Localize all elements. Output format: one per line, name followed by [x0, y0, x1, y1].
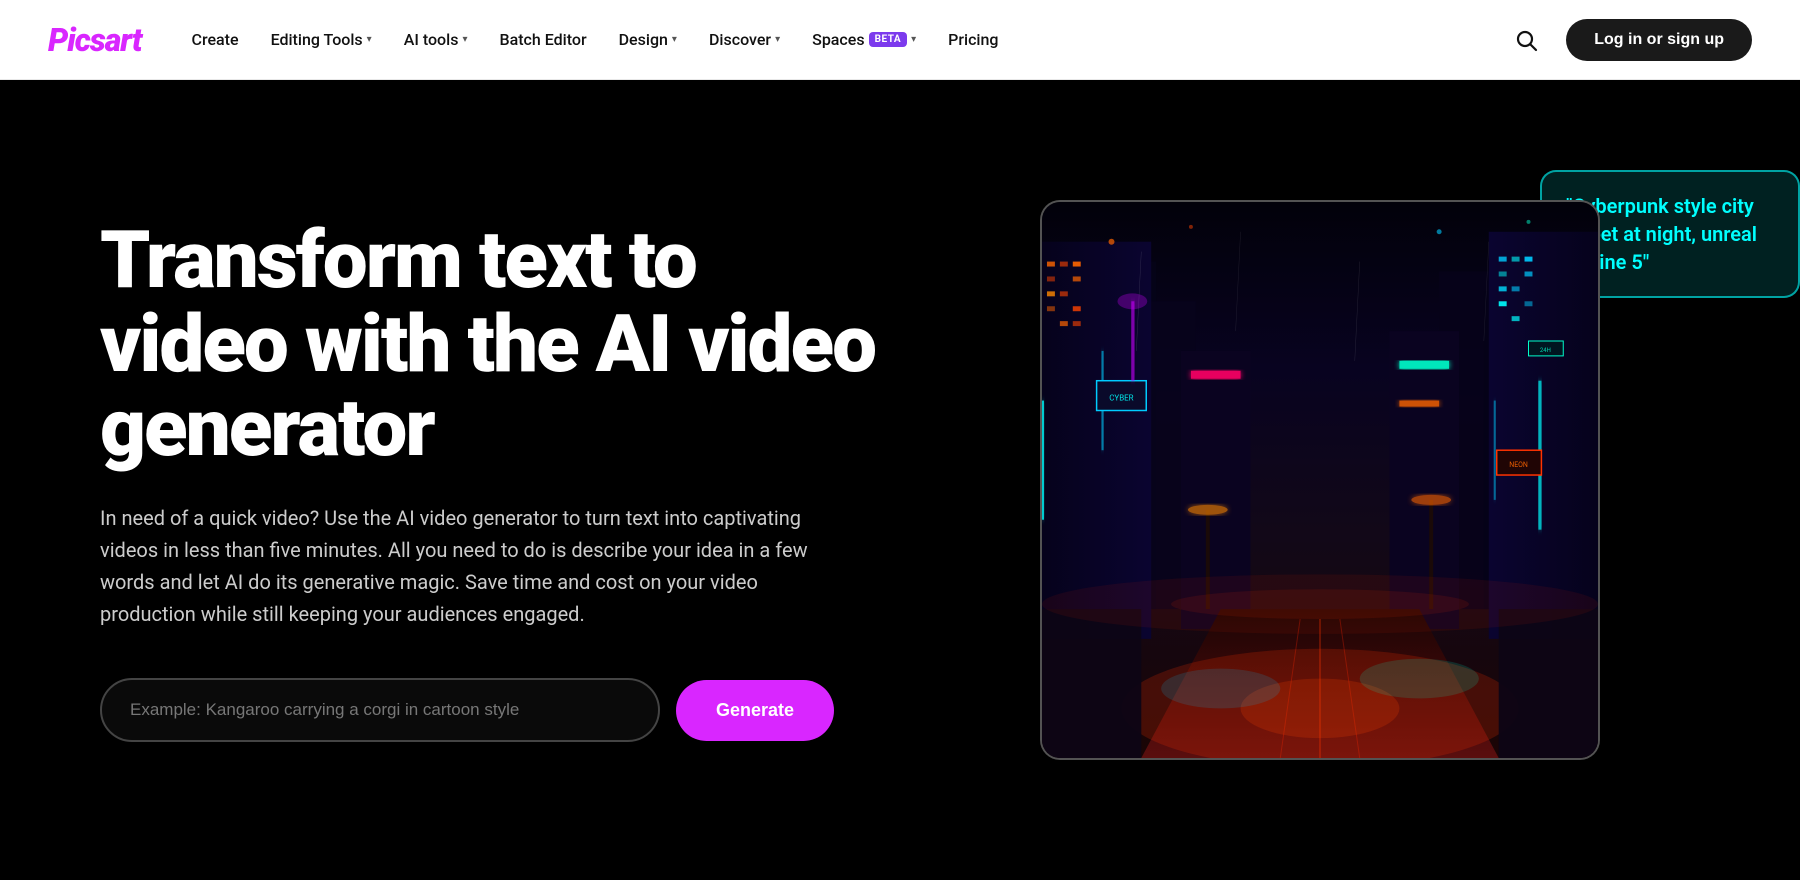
- nav-label-pricing: Pricing: [948, 30, 998, 49]
- header-right: Log in or sign up: [1506, 19, 1752, 61]
- nav-label-ai-tools: AI tools: [404, 30, 459, 49]
- nav-item-pricing[interactable]: Pricing: [934, 22, 1012, 57]
- logo[interactable]: Picsart: [48, 21, 142, 59]
- main-nav: Create Editing Tools ▾ AI tools ▾ Batch …: [178, 22, 1013, 57]
- nav-label-create: Create: [192, 30, 239, 49]
- hero-input-row: Generate: [100, 678, 880, 742]
- login-button[interactable]: Log in or sign up: [1566, 19, 1752, 61]
- header-left: Picsart Create Editing Tools ▾ AI tools …: [48, 21, 1012, 59]
- nav-item-editing-tools[interactable]: Editing Tools ▾: [257, 22, 386, 57]
- nav-item-spaces[interactable]: Spaces BETA ▾: [798, 22, 930, 57]
- hero-right: "Cyberpunk style city street at night, u…: [940, 180, 1700, 780]
- generate-button[interactable]: Generate: [676, 680, 834, 741]
- search-icon: [1514, 28, 1538, 52]
- svg-text:NEON: NEON: [1509, 461, 1528, 469]
- nav-label-design: Design: [619, 30, 668, 49]
- nav-item-discover[interactable]: Discover ▾: [695, 22, 794, 57]
- cyberpunk-city-image: CYBER NEON 24H: [1040, 200, 1600, 760]
- header: Picsart Create Editing Tools ▾ AI tools …: [0, 0, 1800, 80]
- nav-label-editing-tools: Editing Tools: [271, 30, 363, 49]
- hero-description: In need of a quick video? Use the AI vid…: [100, 502, 820, 630]
- beta-badge: BETA: [869, 32, 908, 47]
- nav-label-discover: Discover: [709, 30, 771, 49]
- text-to-video-input[interactable]: [100, 678, 660, 742]
- chevron-down-icon: ▾: [775, 34, 780, 45]
- search-button[interactable]: [1506, 20, 1546, 60]
- hero-image-container: "Cyberpunk style city street at night, u…: [1040, 200, 1600, 760]
- chevron-down-icon: ▾: [367, 34, 372, 45]
- hero-left: Transform text to video with the AI vide…: [100, 218, 880, 742]
- nav-item-ai-tools[interactable]: AI tools ▾: [390, 22, 482, 57]
- hero-section: Transform text to video with the AI vide…: [0, 80, 1800, 880]
- nav-label-batch-editor: Batch Editor: [499, 30, 586, 49]
- chevron-down-icon: ▾: [911, 34, 916, 45]
- nav-label-spaces: Spaces: [812, 30, 864, 49]
- chevron-down-icon: ▾: [462, 34, 467, 45]
- chevron-down-icon: ▾: [672, 34, 677, 45]
- svg-text:24H: 24H: [1540, 347, 1551, 354]
- nav-item-create[interactable]: Create: [178, 22, 253, 57]
- nav-item-batch-editor[interactable]: Batch Editor: [485, 22, 600, 57]
- city-scene-svg: CYBER NEON 24H: [1042, 202, 1598, 758]
- svg-text:CYBER: CYBER: [1109, 394, 1133, 403]
- nav-item-design[interactable]: Design ▾: [605, 22, 691, 57]
- hero-title: Transform text to video with the AI vide…: [100, 218, 880, 470]
